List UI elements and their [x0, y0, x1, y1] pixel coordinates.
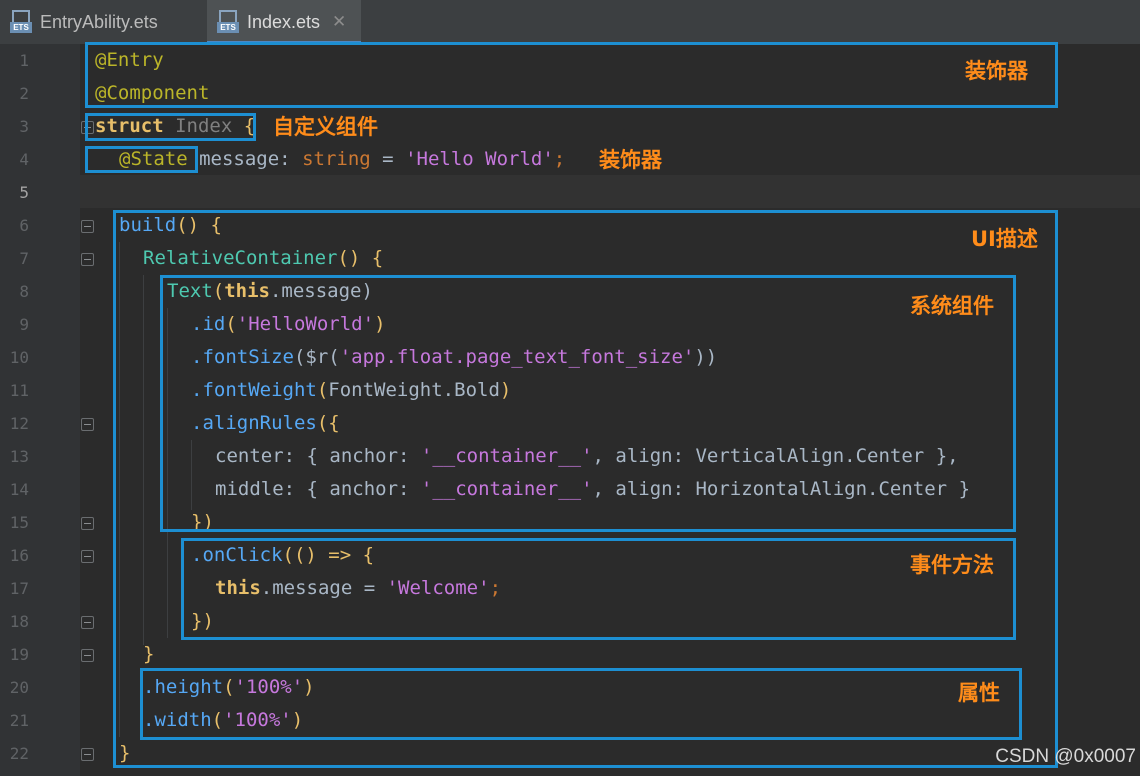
current-line-highlight — [80, 175, 1140, 208]
line-number: 9 — [19, 315, 29, 334]
system-component-label: 系统组件 — [910, 294, 994, 318]
fold-icon[interactable] — [81, 517, 94, 530]
tab-entryability[interactable]: ETS EntryAbility.ets — [0, 0, 205, 44]
decorator-label: 装饰器 — [965, 59, 1028, 83]
struct-box — [85, 113, 256, 141]
fold-icon[interactable] — [81, 253, 94, 266]
line-number: 13 — [9, 447, 29, 466]
ets-file-icon: ETS — [10, 10, 32, 34]
line-number: 14 — [9, 480, 29, 499]
custom-component-label: 自定义组件 — [273, 115, 378, 139]
line-number: 12 — [9, 414, 29, 433]
line-number: 3 — [19, 117, 29, 136]
line-number: 15 — [9, 513, 29, 532]
watermark: CSDN @0x0007 — [995, 746, 1136, 767]
fold-icon[interactable] — [81, 616, 94, 629]
fold-icon[interactable] — [81, 220, 94, 233]
line-number: 7 — [19, 249, 29, 268]
ui-description-label: UI描述 — [971, 227, 1038, 251]
line-number: 10 — [9, 348, 29, 367]
close-icon[interactable]: ✕ — [332, 12, 346, 32]
attribute-label: 属性 — [958, 681, 1000, 705]
fold-icon[interactable] — [81, 649, 94, 662]
line-number: 22 — [9, 744, 29, 763]
tab-label: Index.ets — [247, 11, 321, 32]
event-method-box — [181, 538, 1016, 640]
line-number: 6 — [19, 216, 29, 235]
line-number: 8 — [19, 282, 29, 301]
line-number: 19 — [9, 645, 29, 664]
line-number: 18 — [9, 612, 29, 631]
system-component-box — [160, 275, 1016, 532]
ets-file-icon: ETS — [217, 10, 239, 34]
line-number: 21 — [9, 711, 29, 730]
fold-icon[interactable] — [81, 418, 94, 431]
fold-icon[interactable] — [81, 550, 94, 563]
state-decorator-label: 装饰器 — [599, 148, 662, 172]
line-number: 16 — [9, 546, 29, 565]
line-number: 5 — [19, 183, 29, 202]
line-number: 1 — [19, 51, 29, 70]
line-number: 17 — [9, 579, 29, 598]
attribute-box — [140, 668, 1022, 740]
line-number: 4 — [19, 150, 29, 169]
tab-index[interactable]: ETS Index.ets ✕ — [207, 0, 361, 44]
line-number: 20 — [9, 678, 29, 697]
line-number: 11 — [9, 381, 29, 400]
line-number: 2 — [19, 84, 29, 103]
decorator-box — [85, 42, 1058, 108]
tab-label: EntryAbility.ets — [40, 11, 158, 32]
fold-icon[interactable] — [81, 748, 94, 761]
editor-tab-bar: ETS EntryAbility.ets ETS Index.ets ✕ — [0, 0, 1140, 45]
state-decorator-box — [85, 146, 198, 173]
event-method-label: 事件方法 — [910, 553, 994, 577]
